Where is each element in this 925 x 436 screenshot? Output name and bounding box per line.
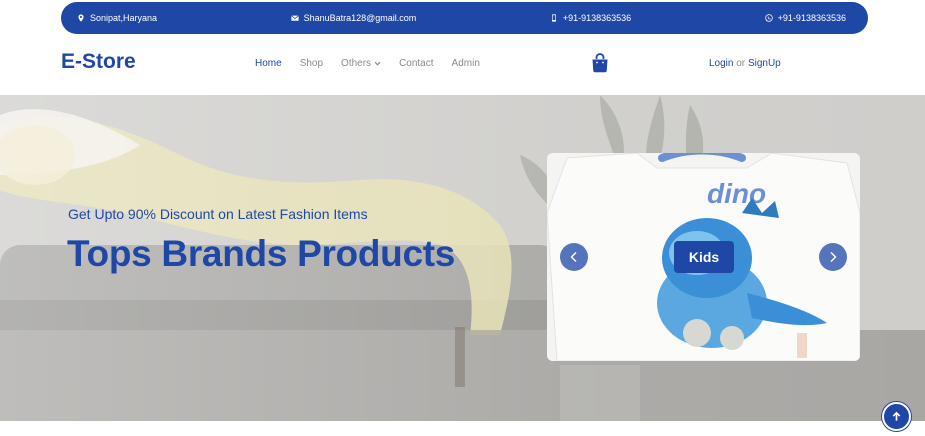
map-pin-icon xyxy=(78,14,84,22)
envelope-icon xyxy=(290,15,299,21)
nav-admin[interactable]: Admin xyxy=(452,58,480,69)
chevron-right-icon xyxy=(830,252,837,262)
hero-subtitle: Get Upto 90% Discount on Latest Fashion … xyxy=(68,206,368,222)
phone-info[interactable]: +91-9138363536 xyxy=(550,13,631,23)
signup-link[interactable]: SignUp xyxy=(748,58,781,69)
whatsapp-info[interactable]: +91-9138363536 xyxy=(764,13,846,23)
nav-home-label: Home xyxy=(255,58,282,69)
main-menu: Home Shop Others Contact Admin xyxy=(255,58,480,69)
location-info: Sonipat,Haryana xyxy=(77,13,157,23)
nav-others-dropdown[interactable]: Others xyxy=(341,58,381,69)
email-text: ShanuBatra128@gmail.com xyxy=(303,13,417,23)
phone-text: +91-9138363536 xyxy=(562,13,632,23)
location-text: Sonipat,Haryana xyxy=(90,13,158,23)
carousel-prev-button[interactable] xyxy=(560,243,588,271)
chevron-left-icon xyxy=(570,252,577,262)
nav-shop[interactable]: Shop xyxy=(300,58,323,69)
main-navbar: E-Store Home Shop Others Contact Admin L… xyxy=(0,36,925,94)
arrow-up-icon xyxy=(892,411,901,421)
hero-title: Tops Brands Products xyxy=(67,233,456,274)
login-link[interactable]: Login xyxy=(709,58,733,69)
product-carousel[interactable]: dino Kids xyxy=(547,153,860,361)
auth-links: Login or SignUp xyxy=(709,58,781,69)
carousel-caption: Kids xyxy=(674,241,734,273)
auth-separator: or xyxy=(736,58,746,69)
nav-contact-label: Contact xyxy=(399,58,434,69)
nav-contact[interactable]: Contact xyxy=(399,58,433,69)
hero-banner: Get Upto 90% Discount on Latest Fashion … xyxy=(0,95,925,421)
svg-text:dino: dino xyxy=(707,178,766,209)
shopping-bag-icon[interactable] xyxy=(591,53,609,73)
whatsapp-text: +91-9138363536 xyxy=(777,13,846,23)
nav-admin-label: Admin xyxy=(451,58,480,69)
mobile-phone-icon xyxy=(551,14,556,22)
email-info[interactable]: ShanuBatra128@gmail.com xyxy=(290,13,417,23)
back-to-top-button[interactable] xyxy=(882,402,911,431)
site-logo[interactable]: E-Store xyxy=(61,50,136,74)
whatsapp-icon xyxy=(764,14,773,22)
nav-others-label: Others xyxy=(341,58,372,69)
nav-shop-label: Shop xyxy=(299,58,324,69)
top-info-bar: Sonipat,Haryana ShanuBatra128@gmail.com … xyxy=(61,2,868,34)
carousel-next-button[interactable] xyxy=(819,243,847,271)
chevron-down-icon xyxy=(374,61,381,66)
nav-home[interactable]: Home xyxy=(255,58,282,69)
